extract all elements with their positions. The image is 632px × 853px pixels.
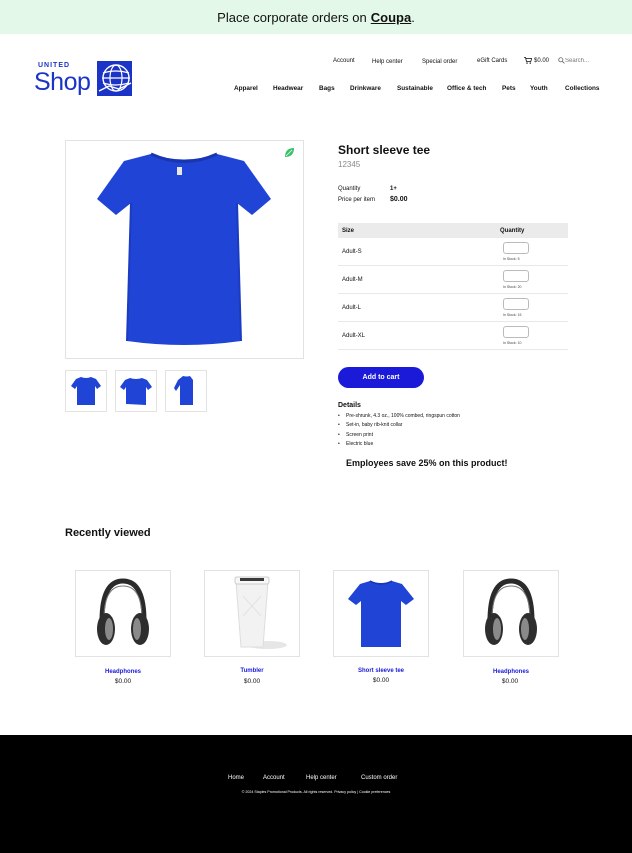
details-list: Pre-shrunk, 4.3 oz., 100% combed, ringsp… [338,413,460,450]
banner-period: . [411,9,415,25]
detail-item: Pre-shrunk, 4.3 oz., 100% combed, ringsp… [338,413,460,422]
footer-account-link[interactable]: Account [263,775,285,781]
product-main-image[interactable] [65,140,304,359]
add-to-cart-button[interactable]: Add to cart [338,367,424,388]
account-link[interactable]: Account [333,58,355,64]
nav-pets[interactable]: Pets [502,85,516,92]
quantity-input-l[interactable] [503,298,529,310]
footer-help-center-link[interactable]: Help center [306,775,337,781]
headphones-image [97,578,149,645]
recent-item-name[interactable]: Headphones [463,669,559,675]
cart-total: $0.00 [534,57,550,64]
nav-sustainable[interactable]: Sustainable [397,85,433,92]
coupa-link[interactable]: Coupa [371,10,411,25]
footer-copyright: © 2024 Staples Promotional Products. All… [241,790,391,794]
thumbnail-front[interactable] [65,370,107,412]
stock-count: In Stock: 20 [503,285,522,289]
recent-item-price: $0.00 [114,678,132,685]
recent-item-price: $0.00 [501,678,519,685]
thumbnail-side[interactable] [165,370,207,412]
nav-collections[interactable]: Collections [565,85,599,92]
table-row: Adult-XL In Stock: 10 [338,322,568,350]
nav-youth[interactable]: Youth [530,85,548,92]
table-row: Adult-M In Stock: 20 [338,266,568,294]
employee-discount-promo: Employees save 25% on this product! [346,458,508,468]
detail-item: Set-in, baby rib-knit collar [338,422,460,431]
special-order-link[interactable]: Special order [422,59,457,65]
table-row: Adult-S In Stock: 5 [338,238,568,266]
recent-item-image[interactable] [204,570,300,657]
detail-item: Electric blue [338,441,460,450]
stock-count: In Stock: 5 [503,257,520,261]
details-heading: Details [338,402,361,409]
tshirt-thumbnail-front [71,377,101,405]
recently-viewed-heading: Recently viewed [65,527,151,539]
size-quantity-table: Size Quantity Adult-S In Stock: 5 Adult-… [338,223,568,350]
recent-item-name[interactable]: Tumbler [204,668,300,674]
size-column-header: Size [342,228,355,234]
main-nav: Apparel Headwear Bags Drinkware Sustaina… [0,85,632,95]
recent-item-name[interactable]: Short sleeve tee [333,668,429,674]
nav-apparel[interactable]: Apparel [234,85,258,92]
quantity-column-header: Quantity [500,228,525,234]
help-center-link[interactable]: Help center [372,59,403,65]
search-icon [558,57,565,64]
nav-drinkware[interactable]: Drinkware [350,85,381,92]
quantity-input-xl[interactable] [503,326,529,338]
tshirt-image [348,580,414,647]
recent-item-image[interactable] [333,570,429,657]
tshirt-thumbnail-side [174,376,193,405]
search-box[interactable] [558,57,603,64]
stock-count: In Stock: 15 [503,313,522,317]
thumbnail-angle[interactable] [115,370,157,412]
quantity-input-s[interactable] [503,242,529,254]
nav-headwear[interactable]: Headwear [273,85,303,92]
tshirt-thumbnail-angle [120,378,152,405]
search-input[interactable] [565,57,603,64]
footer-custom-order-link[interactable]: Custom order [361,775,397,781]
recent-item-image[interactable] [463,570,559,657]
recent-item-price: $0.00 [372,677,390,684]
table-row: Adult-L In Stock: 15 [338,294,568,322]
footer-home-link[interactable]: Home [228,775,244,781]
recent-item-price: $0.00 [243,678,261,685]
tumbler-image [234,576,287,649]
table-header: Size Quantity [338,223,568,238]
headphones-image [485,578,537,645]
nav-bags[interactable]: Bags [319,85,335,92]
cart-button[interactable]: $0.00 [524,57,549,64]
announcement-banner: Place corporate orders on Coupa . [0,0,632,34]
quantity-minimum: 1+ [390,186,397,192]
size-name: Adult-L [342,305,362,311]
size-name: Adult-M [342,277,363,283]
price-value: $0.00 [390,196,408,203]
nav-office-tech[interactable]: Office & tech [447,85,486,92]
site-footer: Home Account Help center Custom order © … [0,735,632,853]
product-title: Short sleeve tee [338,143,431,157]
recent-item-image[interactable] [75,570,171,657]
sustainable-leaf-icon [285,148,294,157]
cart-icon [524,57,532,64]
recent-item-name[interactable]: Headphones [75,669,171,675]
product-sku: 12345 [338,160,361,169]
detail-item: Screen print [338,432,460,441]
quantity-label: Quantity [338,186,361,192]
stock-count: In Stock: 10 [503,341,522,345]
egift-cards-link[interactable]: eGift Cards [477,58,507,64]
size-name: Adult-S [342,249,362,255]
price-label: Price per item [338,197,376,203]
quantity-input-m[interactable] [503,270,529,282]
banner-text: Place corporate orders on [217,9,367,25]
size-name: Adult-XL [342,333,366,339]
tshirt-image [97,152,271,345]
